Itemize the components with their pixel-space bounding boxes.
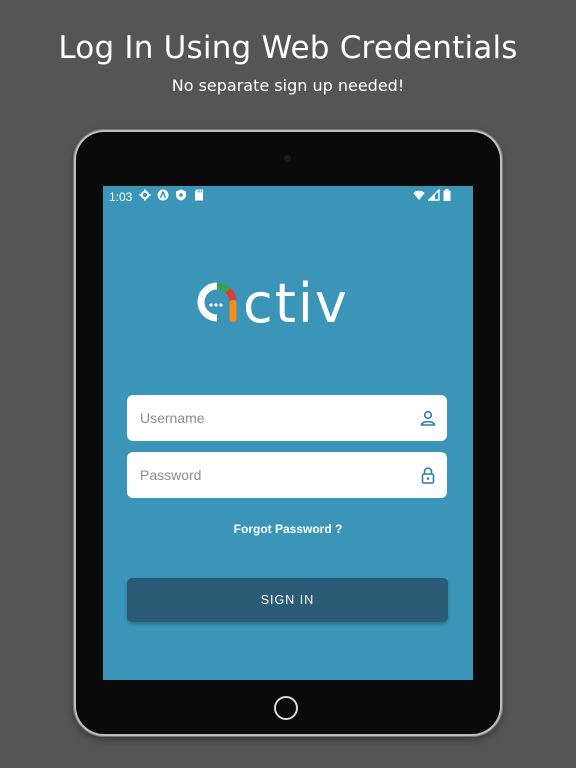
- sd-card-icon: [195, 189, 203, 201]
- status-bar: 1:03: [103, 186, 473, 206]
- user-icon: [420, 410, 436, 426]
- battery-icon: [443, 189, 451, 201]
- password-input[interactable]: [138, 466, 419, 484]
- a-badge-icon: [157, 189, 169, 201]
- gear-icon: [139, 189, 151, 201]
- promo-subline: No separate sign up needed!: [171, 76, 405, 95]
- status-time: 1:03: [109, 190, 133, 204]
- username-input[interactable]: [138, 409, 419, 427]
- app-screen: 1:03 ctiv Username Forgot Password ? SIG…: [103, 186, 473, 680]
- home-button[interactable]: [274, 696, 298, 720]
- forgot-password-link[interactable]: Forgot Password ?: [103, 522, 473, 536]
- lock-icon: [421, 467, 435, 484]
- promo-headline: Log In Using Web Credentials: [58, 30, 518, 66]
- activ-logo: ctiv: [197, 276, 349, 328]
- svg-text:ctiv: ctiv: [243, 276, 349, 328]
- camera-icon: [284, 155, 291, 162]
- password-field[interactable]: [127, 452, 447, 498]
- shield-icon: [176, 189, 186, 201]
- sign-in-button[interactable]: SIGN IN: [127, 578, 448, 622]
- wifi-icon: [413, 190, 425, 200]
- username-field[interactable]: [127, 395, 447, 441]
- signal-icon: [428, 189, 440, 201]
